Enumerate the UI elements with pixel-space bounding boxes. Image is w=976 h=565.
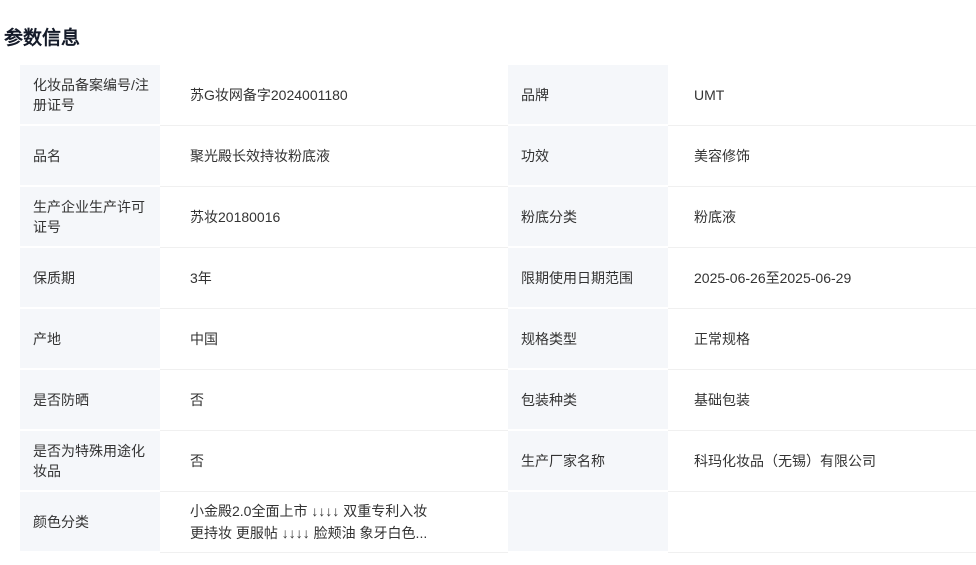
- param-value-production-license: 苏妆20180016: [160, 187, 508, 248]
- param-label-text: 生产厂家名称: [521, 451, 605, 471]
- param-value-product-name: 聚光殿长效持妆粉底液: [160, 126, 508, 187]
- param-label-text: 是否防晒: [33, 390, 89, 410]
- param-value-text: 否: [190, 450, 204, 472]
- param-label-text: 限期使用日期范围: [521, 268, 633, 288]
- param-label-color-category: 颜色分类: [20, 492, 160, 553]
- param-value-spec-type: 正常规格: [668, 309, 976, 370]
- param-label-text: 化妆品备案编号/注册证号: [33, 75, 152, 115]
- param-value-origin: 中国: [160, 309, 508, 370]
- param-value-foundation-type: 粉底液: [668, 187, 976, 248]
- param-value-text: 2025-06-26至2025-06-29: [694, 267, 851, 289]
- param-label-text: 功效: [521, 146, 549, 166]
- param-value-use-by-date-range: 2025-06-26至2025-06-29: [668, 248, 976, 309]
- param-value-reg-number: 苏G妆网备字2024001180: [160, 65, 508, 126]
- param-value-sunscreen: 否: [160, 370, 508, 431]
- param-value-color-category: 小金殿2.0全面上市 ↓↓↓↓ 双重专利入妆 更持妆 更服帖 ↓↓↓↓ 脸颊油 …: [160, 492, 508, 553]
- param-value-text: 粉底液: [694, 206, 736, 228]
- params-table: 化妆品备案编号/注册证号 苏G妆网备字2024001180 品牌 UMT 品名 …: [20, 65, 976, 553]
- section-title: 参数信息: [4, 27, 80, 51]
- param-label-use-by-date-range: 限期使用日期范围: [508, 248, 668, 309]
- param-value-text: 美容修饰: [694, 145, 750, 167]
- param-label-sunscreen: 是否防晒: [20, 370, 160, 431]
- param-value-text: 聚光殿长效持妆粉底液: [190, 145, 330, 167]
- param-label-product-name: 品名: [20, 126, 160, 187]
- param-label-text: 品名: [33, 146, 61, 166]
- param-value-shelf-life: 3年: [160, 248, 508, 309]
- param-label-text: 粉底分类: [521, 207, 577, 227]
- param-label-brand: 品牌: [508, 65, 668, 126]
- param-label-foundation-type: 粉底分类: [508, 187, 668, 248]
- param-value-text: 3年: [190, 267, 212, 289]
- param-label-special-purpose: 是否为特殊用途化妆品: [20, 431, 160, 492]
- param-label-shelf-life: 保质期: [20, 248, 160, 309]
- param-label-text: 生产企业生产许可证号: [33, 197, 152, 237]
- param-value-text: 苏G妆网备字2024001180: [190, 84, 348, 106]
- param-label-text: 包装种类: [521, 390, 577, 410]
- param-label-text: 颜色分类: [33, 512, 89, 532]
- param-label-reg-number: 化妆品备案编号/注册证号: [20, 65, 160, 126]
- param-label-origin: 产地: [20, 309, 160, 370]
- param-label-text: 规格类型: [521, 329, 577, 349]
- param-label-empty: [508, 492, 668, 553]
- param-value-text: 正常规格: [694, 328, 750, 350]
- param-value-text: UMT: [694, 84, 724, 106]
- param-value-package-type: 基础包装: [668, 370, 976, 431]
- param-value-text: 否: [190, 389, 204, 411]
- product-params-page: 参数信息 化妆品备案编号/注册证号 苏G妆网备字2024001180 品牌 UM…: [0, 0, 976, 565]
- param-value-text: 小金殿2.0全面上市 ↓↓↓↓ 双重专利入妆 更持妆 更服帖 ↓↓↓↓ 脸颊油 …: [190, 500, 427, 544]
- param-label-text: 是否为特殊用途化妆品: [33, 441, 152, 481]
- param-label-effect: 功效: [508, 126, 668, 187]
- param-label-spec-type: 规格类型: [508, 309, 668, 370]
- param-value-empty: [668, 492, 976, 553]
- param-label-production-license: 生产企业生产许可证号: [20, 187, 160, 248]
- param-value-text: 基础包装: [694, 389, 750, 411]
- param-value-effect: 美容修饰: [668, 126, 976, 187]
- param-value-manufacturer: 科玛化妆品（无锡）有限公司: [668, 431, 976, 492]
- param-value-text: 科玛化妆品（无锡）有限公司: [694, 450, 876, 472]
- param-label-text: 保质期: [33, 268, 75, 288]
- param-value-text: 中国: [190, 328, 218, 350]
- param-label-package-type: 包装种类: [508, 370, 668, 431]
- param-label-text: 品牌: [521, 85, 549, 105]
- param-value-special-purpose: 否: [160, 431, 508, 492]
- param-value-text: 苏妆20180016: [190, 206, 280, 228]
- param-value-brand: UMT: [668, 65, 976, 126]
- param-label-manufacturer: 生产厂家名称: [508, 431, 668, 492]
- param-label-text: 产地: [33, 329, 61, 349]
